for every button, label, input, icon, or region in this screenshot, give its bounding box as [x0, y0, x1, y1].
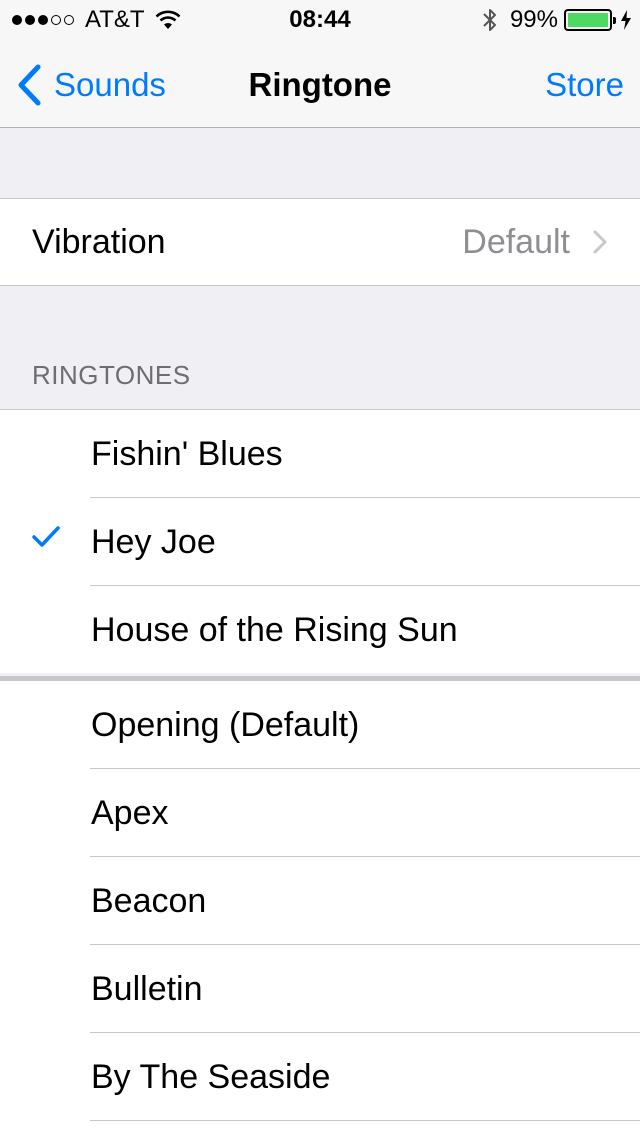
- charging-bolt-icon: [621, 10, 631, 30]
- ringtone-row[interactable]: Beacon: [0, 857, 640, 945]
- ringtone-group-purchased: Fishin' Blues Hey Joe House of the Risin…: [0, 409, 640, 673]
- store-button[interactable]: Store: [545, 66, 624, 104]
- ringtone-label: Opening (Default): [91, 706, 360, 744]
- battery-percent: 99%: [509, 6, 558, 33]
- battery-fill: [568, 13, 608, 27]
- bluetooth-icon: [483, 9, 496, 31]
- status-right: 99%: [482, 6, 632, 34]
- ringtone-label: Beacon: [91, 882, 207, 920]
- ringtone-row[interactable]: House of the Rising Sun: [0, 586, 640, 674]
- chevron-right-icon: [593, 230, 607, 254]
- checkmark-icon: [32, 526, 60, 547]
- ringtone-row[interactable]: Opening (Default): [0, 681, 640, 769]
- ringtone-label: Bulletin: [91, 970, 203, 1008]
- battery-icon: [564, 9, 616, 31]
- page-title: Ringtone: [248, 66, 392, 103]
- vibration-value: Default: [462, 223, 570, 261]
- ringtone-row[interactable]: By The Seaside: [0, 1033, 640, 1121]
- ringtone-label: Hey Joe: [91, 523, 216, 561]
- ringtone-label: Fishin' Blues: [91, 435, 283, 473]
- vibration-label: Vibration: [32, 223, 166, 261]
- ringtone-group-builtin: Opening (Default) Apex Beacon Bulletin B…: [0, 676, 640, 1136]
- navigation-bar: Sounds Ringtone Store: [0, 40, 640, 128]
- ringtone-row[interactable]: Fishin' Blues: [0, 410, 640, 498]
- ringtone-row[interactable]: Bulletin: [0, 945, 640, 1033]
- ringtone-label: Apex: [91, 794, 169, 832]
- vibration-cell[interactable]: Vibration Default: [0, 198, 640, 286]
- ringtone-row[interactable]: Apex: [0, 769, 640, 857]
- ringtone-label: House of the Rising Sun: [91, 611, 458, 649]
- row-divider: [90, 1120, 640, 1121]
- battery-nub: [613, 17, 616, 24]
- ringtone-label: By The Seaside: [91, 1058, 331, 1096]
- section-header-ringtones: RINGTONES: [32, 360, 191, 390]
- status-bar: AT&T 08:44 99%: [0, 0, 640, 40]
- ringtone-row[interactable]: Hey Joe: [0, 498, 640, 586]
